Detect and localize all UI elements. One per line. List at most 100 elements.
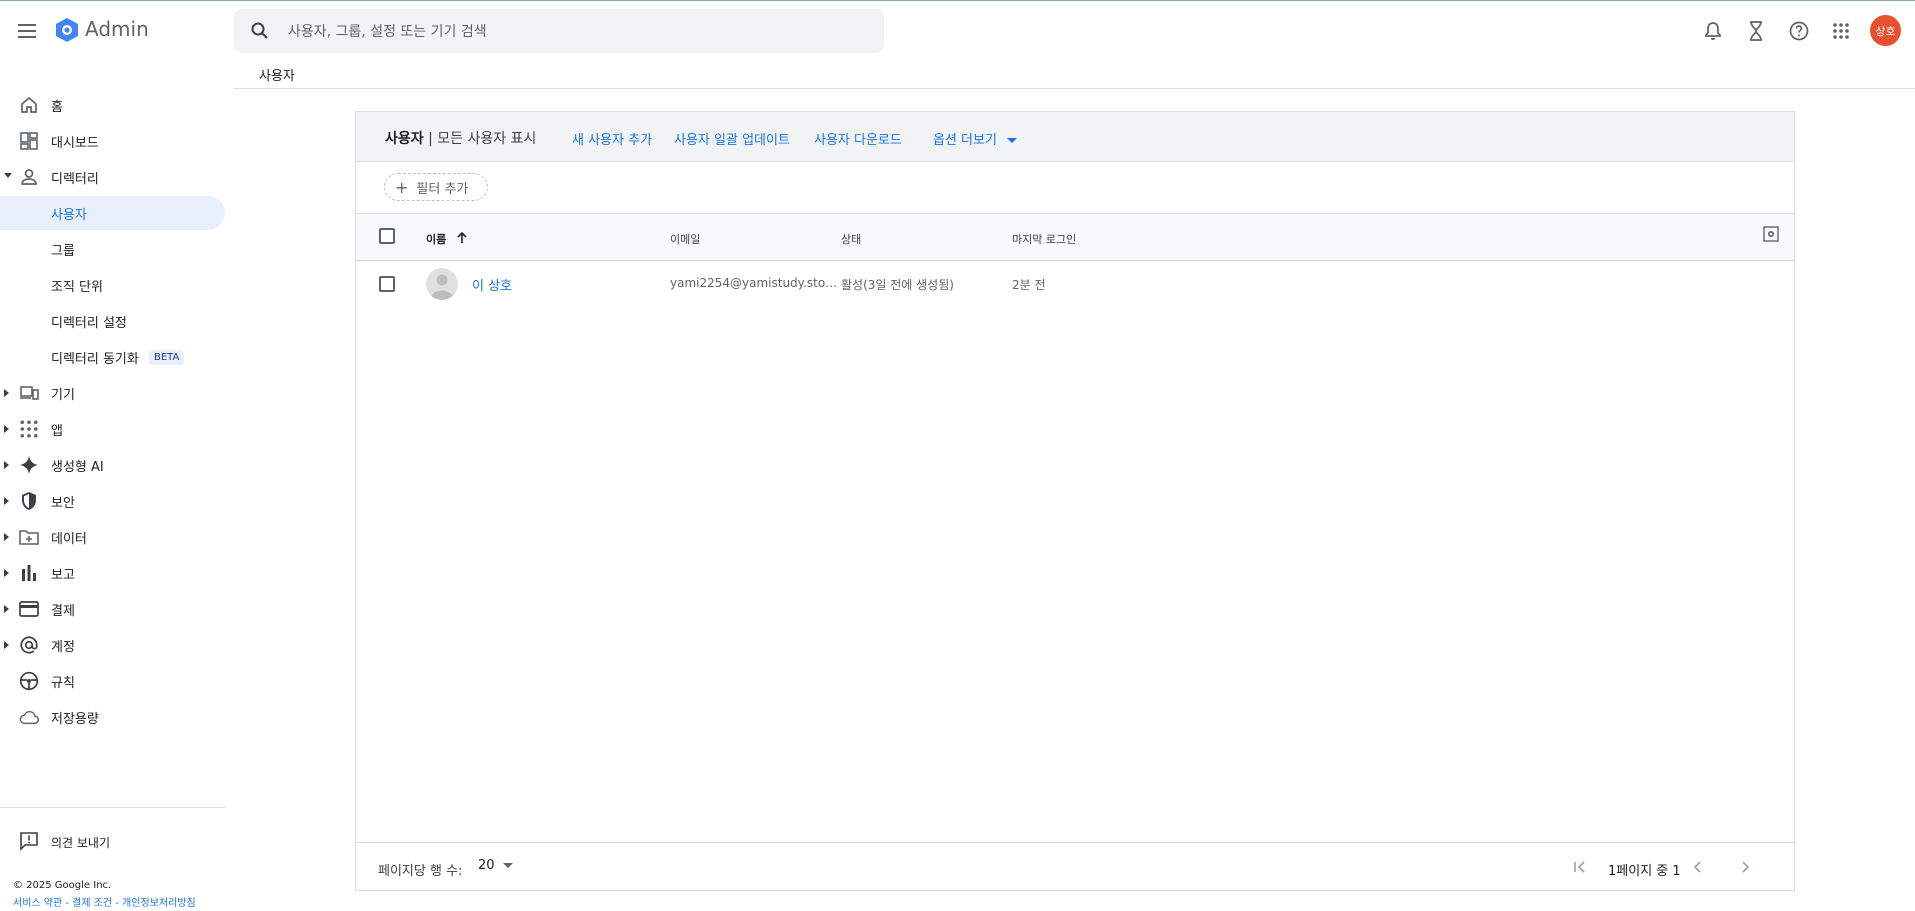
rows-per-page-value: 20 [478,858,495,873]
feedback-icon [20,832,38,851]
sidebar-item-org-units[interactable]: 조직 단위 [0,268,225,302]
sidebar-item-label: 디렉터리 동기화 [51,351,139,367]
user-last-login: 2분 전 [1012,278,1046,292]
devices-icon [20,386,39,400]
caret-right-icon [4,605,9,613]
caret-right-icon [4,389,9,397]
page-indicator: 1페이지 중 1 [1608,864,1681,879]
sidebar-item-label: 조직 단위 [51,279,103,295]
first-page-button[interactable] [1568,855,1592,879]
rows-per-page-label: 페이지당 행 수: [378,864,463,879]
search-input[interactable] [286,9,870,55]
sidebar-item-users[interactable]: 사용자 [0,196,225,230]
caret-right-icon [4,461,9,469]
main-menu-button[interactable] [14,19,40,43]
column-settings-icon[interactable] [1763,226,1779,242]
row-checkbox[interactable] [379,276,395,292]
sidebar-item-directory-settings[interactable]: 디렉터리 설정 [0,304,225,338]
footer-links: 서비스 약관 - 결제 조건 - 개인정보처리방침 [13,898,196,909]
help-button[interactable] [1785,17,1813,45]
billing-terms-link[interactable]: 결제 조건 [72,898,112,909]
sidebar-item-label: 홈 [51,99,63,115]
rules-icon [19,671,39,691]
user-name-link[interactable]: 이 상호 [472,275,512,294]
at-icon [20,636,38,654]
sidebar-item-apps[interactable]: 앱 [0,412,225,446]
caret-right-icon [4,533,9,541]
breadcrumb[interactable]: 사용자 [259,65,295,84]
add-user-button[interactable]: 새 사용자 추가 [572,129,652,148]
sidebar-item-account[interactable]: 계정 [0,628,225,662]
caret-down-icon [502,862,513,868]
apps-grid-icon [1833,23,1849,39]
sidebar-item-label: 계정 [51,639,75,655]
column-header-name[interactable]: 이름 [426,231,446,247]
admin-logo-icon[interactable] [54,17,80,43]
column-header-status[interactable]: 상태 [841,231,861,247]
select-all-checkbox[interactable] [379,228,395,244]
first-page-icon [1574,861,1585,873]
sidebar-item-directory-sync[interactable]: 디렉터리 동기화 BETA [0,340,225,374]
sidebar-item-label: 보고 [51,567,75,583]
home-icon [21,96,37,113]
account-avatar[interactable]: 상호 [1870,15,1901,46]
next-page-button[interactable] [1733,855,1757,879]
sort-ascending-icon[interactable] [456,232,468,244]
more-options-button[interactable]: 옵션 더보기 [933,129,1018,148]
sidebar-item-reports[interactable]: 보고 [0,556,225,590]
sidebar-item-rules[interactable]: 규칙 [0,664,225,698]
sidebar-item-billing[interactable]: 결제 [0,592,225,626]
sidebar-item-security[interactable]: 보안 [0,484,225,518]
users-card: 사용자 | 모든 사용자 표시 새 사용자 추가 사용자 일괄 업데이트 사용자… [355,111,1795,891]
terms-link[interactable]: 서비스 약관 [13,898,62,909]
more-options-label: 옵션 더보기 [933,133,997,148]
chevron-left-icon [1693,861,1701,873]
top-bar: Admin 상호 [0,0,1915,60]
sidebar-item-storage[interactable]: 저장용량 [0,700,225,734]
sparkle-icon [20,456,38,474]
sidebar-item-groups[interactable]: 그룹 [0,232,225,266]
tasks-button[interactable] [1742,17,1770,45]
sidebar-item-label: 규칙 [51,675,75,691]
send-feedback-button[interactable]: 의견 보내기 [0,826,225,856]
add-filter-label: 필터 추가 [416,181,469,197]
caret-right-icon [4,641,9,649]
sidebar-item-home[interactable]: 홈 [0,88,225,122]
sidebar: 홈 대시보드 디렉터리 사용자 그룹 조직 단위 디렉터리 설정 디렉터리 동기… [0,88,225,911]
feedback-label: 의견 보내기 [51,836,111,850]
sidebar-item-devices[interactable]: 기기 [0,376,225,410]
dashboard-icon [20,132,38,150]
cloud-icon [19,710,39,725]
sidebar-item-data[interactable]: 데이터 [0,520,225,554]
column-header-email[interactable]: 이메일 [670,231,700,247]
help-icon [1789,21,1809,41]
sidebar-item-label: 저장용량 [51,711,99,727]
add-filter-button[interactable]: + 필터 추가 [384,173,488,201]
column-header-last-login[interactable]: 마지막 로그인 [1012,231,1076,247]
bulk-update-users-button[interactable]: 사용자 일괄 업데이트 [674,129,790,148]
sidebar-item-label: 디렉터리 [51,171,99,187]
bell-icon [1705,22,1721,40]
notifications-button[interactable] [1699,17,1727,45]
apps-launcher-button[interactable] [1827,17,1855,45]
card-header: 사용자 | 모든 사용자 표시 새 사용자 추가 사용자 일괄 업데이트 사용자… [356,112,1794,162]
caret-right-icon [4,497,9,505]
caret-down-icon [1007,137,1018,143]
sidebar-item-directory[interactable]: 디렉터리 [0,160,225,194]
sidebar-item-dashboard[interactable]: 대시보드 [0,124,225,158]
sidebar-item-generative-ai[interactable]: 생성형 AI [0,448,225,482]
download-users-button[interactable]: 사용자 다운로드 [814,129,902,148]
rows-per-page-select[interactable]: 20 [478,858,513,873]
caret-right-icon [4,425,9,433]
user-status: 활성(3일 전에 생성됨) [841,278,954,292]
search-icon[interactable] [250,21,270,41]
previous-page-button[interactable] [1686,855,1710,879]
menu-icon [18,24,36,38]
privacy-link[interactable]: 개인정보처리방침 [122,898,196,909]
apps-icon [20,420,38,438]
sidebar-divider [0,807,225,808]
folder-icon [19,530,39,545]
hourglass-icon [1750,21,1762,41]
table-row[interactable]: 이 상호 yami2254@yamistudy.sto… 활성(3일 전에 생성… [356,261,1794,307]
table-header: 이름 이메일 상태 마지막 로그인 [356,214,1794,261]
